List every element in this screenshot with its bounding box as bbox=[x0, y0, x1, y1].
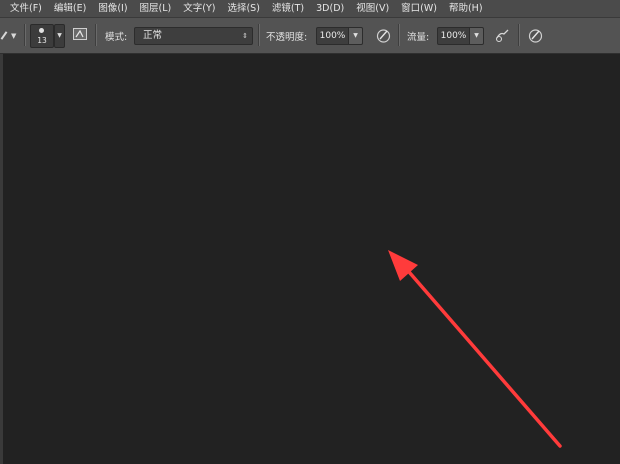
annotation-arrow-icon bbox=[388, 250, 562, 448]
